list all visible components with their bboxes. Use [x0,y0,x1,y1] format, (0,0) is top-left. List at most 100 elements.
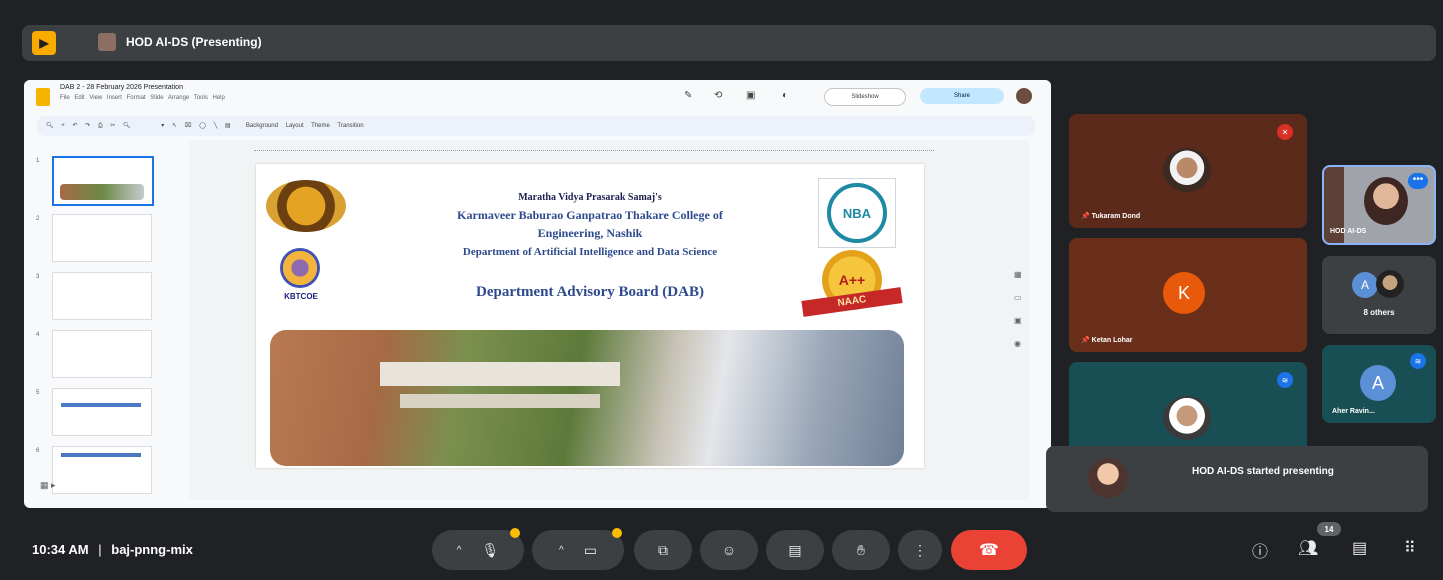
filmstrip: 1 2 3 4 5 6 [24,140,184,508]
more-options-button[interactable]: ⋮ [898,530,942,570]
others-label: 8 others [1363,308,1395,317]
slide-thumbnail [52,214,152,262]
hang-up-icon: ☎︎ [979,542,999,559]
participant-tile-others[interactable]: A 8 others [1322,256,1436,334]
participant-tile-ketan[interactable]: K 📌 Ketan Lohar [1069,238,1307,352]
pen-icon: ✎ [684,90,693,101]
present-icon: ⧉ [658,541,668,558]
thumb-number: 6 [36,448,40,454]
chat-icon[interactable]: ▤ [1352,538,1367,558]
slides-toolbar: 🔍︎ + ↶ ↷ ⎙ ✂ 🔍︎ ▾ ↖ ⌧ ◯ ╲ ▤ Background L… [36,116,1036,136]
comment-icon: ▣ [746,90,756,101]
slide: KBTCOE Maratha Vidya Prasarak Samaj's Ka… [256,164,924,468]
naac-grade: A++ [838,272,866,288]
participant-count-badge: 14 [1317,522,1341,536]
captions-button[interactable]: ▤ [766,530,824,570]
leave-call-button[interactable]: ☎︎ [951,530,1027,570]
more-vert-icon: ⋮ [913,541,927,558]
mic-options-chevron-icon[interactable]: ^ [457,545,462,556]
emoji-icon: ☺ [721,542,737,558]
presenting-bar: ▶ HOD AI-DS (Presenting) [22,25,1436,61]
meeting-info: 10:34 AM | baj-pnng-mix [32,542,193,557]
mic-active-icon: ≋ [1410,353,1426,369]
participant-name: Aher Ravin... [1332,408,1375,415]
toast-avatar [1088,458,1128,498]
thumb-number: 5 [36,390,40,396]
participant-name: 📌 Ketan Lohar [1081,337,1133,344]
slide-thumbnail [52,446,152,494]
people-icon[interactable]: 👥︎ [1298,538,1318,558]
campus-building [380,362,620,386]
keep-icon: ▭ [1014,293,1022,302]
toolbar-text: Background Layout Theme Transition [245,123,364,129]
campus-photo [270,330,904,466]
participant-avatar: A [1360,365,1396,401]
participant-tile-tukaram[interactable]: ✕ 📌 Tukaram Dond [1069,114,1307,228]
share-button: Share [920,88,1004,104]
slide-thumbnail [52,330,152,378]
camera-warning-icon [612,528,622,538]
participant-name: HOD AI-DS [1330,228,1367,235]
mic-icon[interactable]: 🎙︎ [481,542,499,559]
hand-icon: ✋︎ [857,541,865,558]
toast-message: HOD AI-DS started presenting [1192,466,1334,477]
raise-hand-button[interactable]: ✋︎ [832,530,890,570]
separator: | [98,542,102,557]
presenting-toast: HOD AI-DS started presenting [1046,446,1428,512]
participant-name: 📌 Tukaram Dond [1081,213,1141,220]
present-button[interactable]: ⧉ [634,530,692,570]
presenter-avatar [98,33,116,51]
participant-avatar: K [1163,272,1205,314]
participant-video [1364,177,1408,225]
tasks-icon: ▣ [1014,316,1022,325]
meeting-time: 10:34 AM [32,542,89,557]
participant-video [1163,148,1211,192]
mic-off-icon: ✕ [1277,124,1293,140]
slide-thumbnail [52,388,152,436]
more-options-icon[interactable]: ••• [1408,173,1428,189]
nba-logo: NBA [818,178,896,248]
mic-active-icon: ≋ [1277,372,1293,388]
doc-menu: File Edit View Insert Format Slide Arran… [60,95,225,101]
participant-tile-unknown[interactable]: ≋ [1069,362,1307,452]
camera-options-chevron-icon[interactable]: ^ [559,545,564,556]
slide-thumbnail [52,272,152,320]
grid-view-icon: ▦ ▸ [40,480,56,490]
activities-icon[interactable]: ▶ [32,31,56,55]
thumb-number: 3 [36,274,40,280]
nba-label: NBA [827,183,887,243]
participant-video [1163,396,1211,440]
thumb-number: 2 [36,216,40,222]
thumb-number: 1 [36,158,40,164]
calendar-icon: ▦ [1014,270,1022,279]
mic-warning-icon [510,528,520,538]
meeting-details-icon[interactable]: ⓘ [1252,538,1268,562]
slides-app-icon [36,88,50,106]
meet-icon: ◐ [782,90,789,101]
presenting-title: HOD AI-DS (Presenting) [126,35,262,49]
contacts-icon: ◉ [1014,339,1021,348]
ruler [254,144,934,151]
activities-grid-icon[interactable]: ⠿ [1404,538,1416,558]
camera-icon[interactable]: ▭ [584,542,597,559]
account-avatar [1016,88,1032,104]
side-panel-icons: ▦ ▭ ▣ ◉ [1014,270,1028,370]
campus-walkway [400,394,600,408]
participant-tile-hod[interactable]: ••• HOD AI-DS [1322,165,1436,245]
doc-title: DAB 2 - 28 February 2026 Presentation [60,84,183,91]
thumb-number: 4 [36,332,40,338]
slides-header: DAB 2 - 28 February 2026 Presentation Fi… [24,80,1051,112]
participant-avatar-photo [1376,270,1404,298]
participant-tile-aher[interactable]: ≋ A Aher Ravin... [1322,345,1436,423]
toolbar-icons: 🔍︎ + ↶ ↷ ⎙ ✂ 🔍︎ ▾ ↖ ⌧ ◯ ╲ ▤ [46,123,246,129]
shared-screen: DAB 2 - 28 February 2026 Presentation Fi… [24,80,1051,508]
mvps-logo [266,180,346,232]
participant-avatar: A [1352,272,1378,298]
slideshow-button: Slideshow [824,88,906,106]
camera-control-group: ^ ▭ [532,530,624,570]
captions-icon: ▤ [788,541,802,558]
history-icon: ⟲ [714,90,723,101]
slide-thumbnail [52,156,154,206]
meeting-code: baj-pnng-mix [111,542,193,557]
reactions-button[interactable]: ☺ [700,530,758,570]
